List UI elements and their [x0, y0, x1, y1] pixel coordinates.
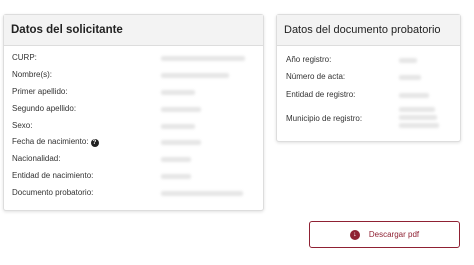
- entidad-nacimiento-row: Entidad de nacimiento:: [4, 168, 263, 185]
- entidad-nacimiento-label: Entidad de nacimiento:: [12, 171, 94, 181]
- curp-row: CURP:: [4, 50, 263, 67]
- sexo-row: Sexo:: [4, 118, 263, 135]
- documento-probatorio-row: Documento probatorio:: [4, 185, 263, 202]
- segundo-apellido-value-redacted: [161, 106, 201, 112]
- fecha-nacimiento-label: Fecha de nacimiento:: [12, 137, 89, 147]
- municipio-registro-value-redacted-3: [399, 123, 439, 128]
- nombre-value-redacted: [161, 72, 229, 78]
- numero-acta-value-redacted: [399, 75, 421, 80]
- municipio-registro-label: Municipio de registro:: [286, 114, 363, 123]
- nacionalidad-row: Nacionalidad:: [4, 151, 263, 168]
- anio-registro-label: Año registro:: [286, 55, 332, 64]
- fecha-nacimiento-label-wrap: Fecha de nacimiento:?: [12, 134, 99, 151]
- entidad-nacimiento-value-redacted: [161, 174, 191, 180]
- sexo-label: Sexo:: [12, 120, 33, 130]
- download-pdf-label: Descargar pdf: [368, 230, 420, 239]
- download-pdf-button[interactable]: ↓ Descargar pdf: [309, 221, 460, 248]
- primer-apellido-label: Primer apellido:: [12, 86, 68, 96]
- segundo-apellido-row: Segundo apellido:: [4, 101, 263, 118]
- municipio-registro-value-redacted-2: [399, 115, 437, 120]
- sexo-value-redacted: [161, 123, 195, 129]
- segundo-apellido-label: Segundo apellido:: [12, 103, 77, 113]
- fecha-nacimiento-row: Fecha de nacimiento:?: [4, 134, 263, 151]
- anio-registro-value-redacted: [399, 58, 417, 63]
- nacionalidad-label: Nacionalidad:: [12, 154, 61, 164]
- primer-apellido-row: Primer apellido:: [4, 84, 263, 101]
- curp-label: CURP:: [12, 53, 37, 62]
- primer-apellido-value-redacted: [161, 89, 195, 95]
- curp-value-redacted: [161, 56, 245, 61]
- document-card: Datos del documento probatorio Año regis…: [276, 14, 461, 142]
- numero-acta-label: Número de acta:: [286, 72, 346, 81]
- applicant-card-title: Datos del solicitante: [4, 15, 263, 46]
- nombre-label: Nombre(s):: [12, 69, 53, 79]
- document-fields: Año registro: Número de acta: Entidad de…: [277, 46, 460, 141]
- applicant-card: Datos del solicitante CURP: Nombre(s): P…: [3, 14, 264, 211]
- municipio-registro-value-redacted-1: [399, 107, 435, 112]
- entidad-registro-label: Entidad de registro:: [286, 90, 356, 99]
- document-card-title: Datos del documento probatorio: [277, 15, 460, 46]
- question-circle-icon[interactable]: ?: [90, 139, 99, 148]
- fecha-nacimiento-value-redacted: [161, 140, 201, 146]
- documento-probatorio-value-redacted: [161, 191, 243, 197]
- applicant-fields: CURP: Nombre(s): Primer apellido: Segund…: [4, 46, 263, 202]
- nombre-row: Nombre(s):: [4, 67, 263, 84]
- nacionalidad-value-redacted: [161, 157, 191, 163]
- download-icon: ↓: [349, 229, 360, 240]
- documento-probatorio-label: Documento probatorio:: [12, 188, 94, 198]
- entidad-registro-value-redacted: [399, 93, 429, 98]
